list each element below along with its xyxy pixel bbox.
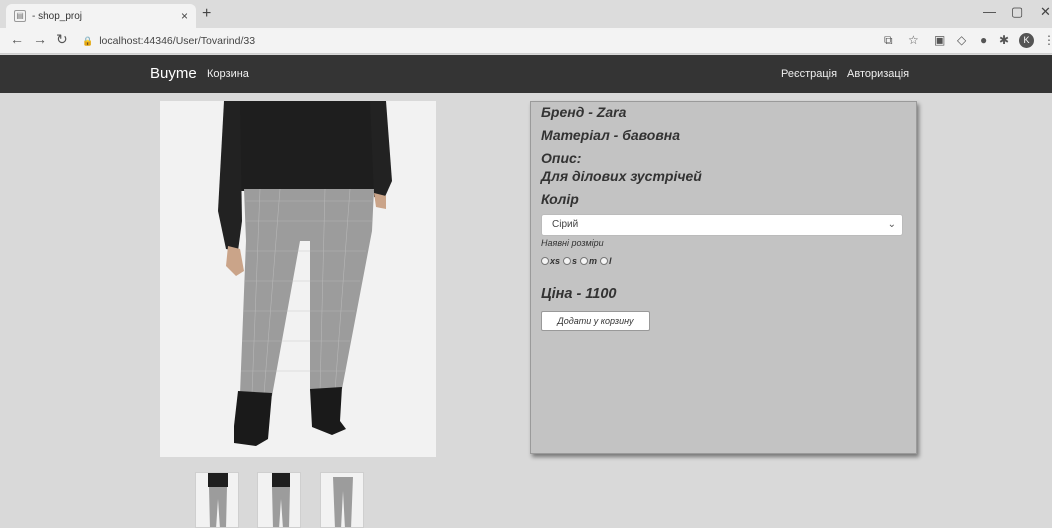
color-select[interactable]: Сірий ⌄ xyxy=(541,214,903,236)
back-icon[interactable]: ← xyxy=(10,31,24,47)
add-to-cart-button[interactable]: Додати у корзину xyxy=(541,311,650,331)
price-line: Ціна - 1100 xyxy=(541,286,617,302)
url-text: localhost:44346/User/Tovarind/33 xyxy=(99,35,256,47)
minimize-icon[interactable]: — xyxy=(983,4,996,19)
new-tab-icon[interactable]: + xyxy=(202,5,211,23)
browser-tab[interactable]: ▤ - shop_proj × xyxy=(6,4,196,28)
product-thumbnail[interactable] xyxy=(195,472,239,528)
size-radio-m[interactable] xyxy=(580,257,589,265)
size-options: xs s m l xyxy=(541,256,615,266)
size-label-l: l xyxy=(609,256,612,266)
size-label-s: s xyxy=(572,256,578,266)
menu-dots-icon[interactable]: ⋮ xyxy=(1043,33,1052,47)
brand-link[interactable]: Buyme xyxy=(150,65,197,82)
extension-box-icon[interactable]: ▣ xyxy=(934,33,945,47)
opera-icon[interactable]: ● xyxy=(980,33,987,47)
color-select-value: Сірий xyxy=(552,219,579,230)
profile-avatar[interactable]: K xyxy=(1019,33,1034,48)
product-thumbnail[interactable] xyxy=(320,472,364,528)
description-label: Опис: xyxy=(541,150,582,166)
browser-tab-bar: ▤ - shop_proj × + — ▢ ✕ xyxy=(0,0,1052,28)
cart-link[interactable]: Корзина xyxy=(207,68,249,80)
product-thumbnail[interactable] xyxy=(257,472,301,528)
sizes-label: Наявні розміри xyxy=(541,238,604,248)
lock-icon: 🔒 xyxy=(82,35,94,46)
tab-close-icon[interactable]: × xyxy=(181,9,188,23)
reload-icon[interactable]: ↻ xyxy=(56,31,68,48)
chevron-down-icon: ⌄ xyxy=(887,219,896,230)
login-link[interactable]: Авторизація xyxy=(847,68,909,80)
size-radio-s[interactable] xyxy=(563,257,572,265)
bookmark-star-icon[interactable]: ☆ xyxy=(908,33,919,47)
site-navbar: Buyme Корзина Реєстрація Авторизація xyxy=(0,55,1052,93)
tab-title: - shop_proj xyxy=(32,10,83,22)
product-main-image xyxy=(160,101,436,457)
description-text: Для ділових зустрічей xyxy=(541,168,702,184)
register-link[interactable]: Реєстрація xyxy=(781,68,837,80)
puzzle-icon[interactable]: ✱ xyxy=(999,33,1009,47)
forward-icon[interactable]: → xyxy=(33,31,47,47)
shield-icon[interactable]: ◇ xyxy=(957,33,966,47)
material-line: Матеріал - бавовна xyxy=(541,127,681,143)
size-label-m: m xyxy=(589,256,598,266)
product-info-card: Бренд - Zara Матеріал - бавовна Опис: Дл… xyxy=(530,101,917,454)
browser-toolbar: ← → ↻ 🔒 localhost:44346/User/Tovarind/33… xyxy=(0,28,1052,54)
color-label: Колір xyxy=(541,191,579,207)
size-radio-xs[interactable] xyxy=(541,257,549,265)
maximize-icon[interactable]: ▢ xyxy=(1011,4,1023,20)
address-bar[interactable]: 🔒 localhost:44346/User/Tovarind/33 xyxy=(82,31,862,51)
brand-line: Бренд - Zara xyxy=(541,104,627,120)
size-radio-l[interactable] xyxy=(600,257,609,265)
size-label-xs: xs xyxy=(550,256,561,266)
page-icon: ▤ xyxy=(14,10,26,22)
translate-icon[interactable]: ⧉ xyxy=(884,33,893,48)
window-close-icon[interactable]: ✕ xyxy=(1040,4,1051,20)
